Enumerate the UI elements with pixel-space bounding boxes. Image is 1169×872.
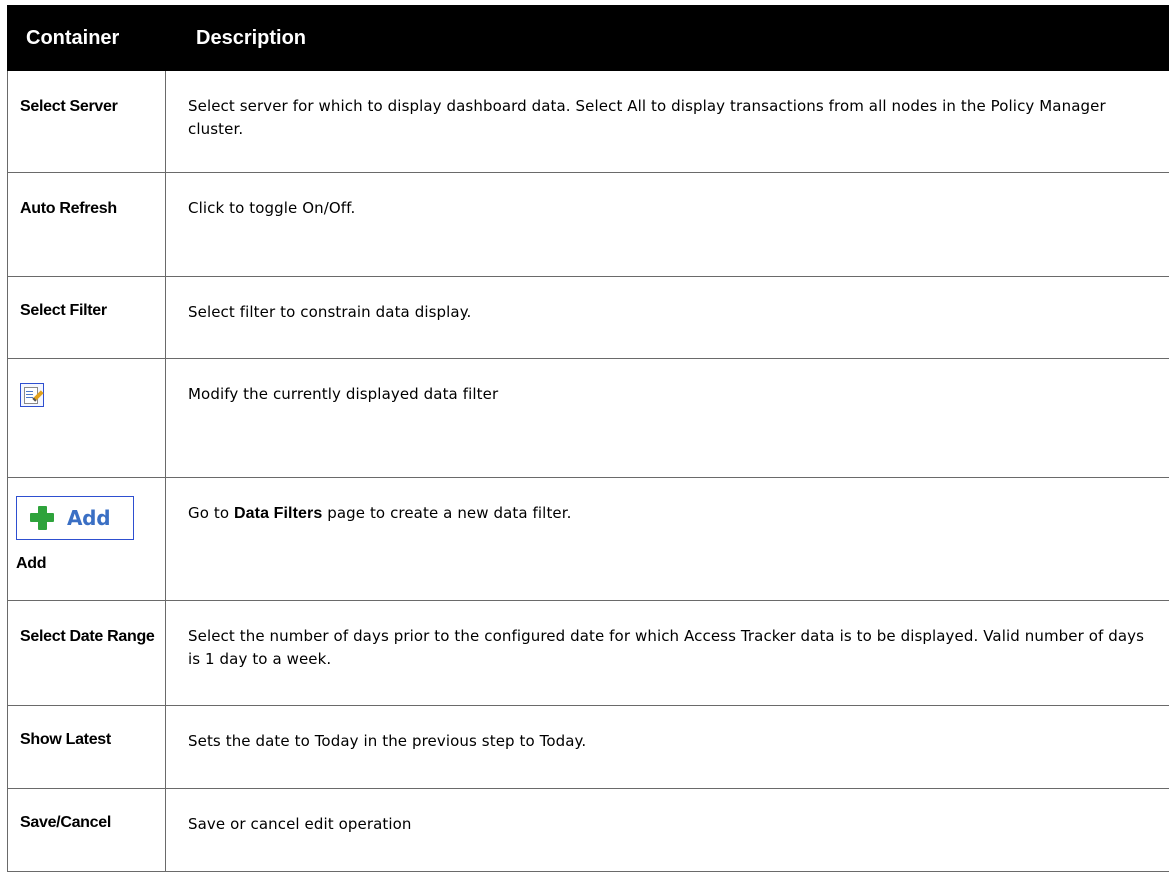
add-button-label: Add xyxy=(67,507,110,530)
row-add-cell: Add Add xyxy=(8,478,166,601)
table-row: Modify the currently displayed data filt… xyxy=(8,359,1169,478)
table-row: Select Filter Select filter to constrain… xyxy=(8,277,1169,359)
table-row: Auto Refresh Click to toggle On/Off. xyxy=(8,173,1169,277)
table-row: Show Latest Sets the date to Today in th… xyxy=(8,706,1169,789)
table-row: Add Add Go to Data Filters page to creat… xyxy=(8,478,1169,601)
row-name: Auto Refresh xyxy=(8,173,166,277)
container-description-table: Container Description Select Server Sele… xyxy=(7,5,1169,872)
row-description: Go to Data Filters page to create a new … xyxy=(166,478,1169,601)
description-text: page to create a new data filter. xyxy=(322,504,571,522)
row-description: Select filter to constrain data display. xyxy=(166,277,1169,359)
row-description: Sets the date to Today in the previous s… xyxy=(166,706,1169,789)
row-name: Save/Cancel xyxy=(8,789,166,872)
row-name: Select Server xyxy=(8,71,166,173)
row-name: Add xyxy=(16,552,159,575)
sheet-line xyxy=(26,391,33,392)
table-header-row: Container Description xyxy=(8,6,1169,71)
row-description: Modify the currently displayed data filt… xyxy=(166,359,1169,478)
row-icon-cell xyxy=(8,359,166,478)
table-row: Select Date Range Select the number of d… xyxy=(8,601,1169,706)
edit-filter-icon[interactable] xyxy=(20,383,44,407)
row-name: Select Filter xyxy=(8,277,166,359)
row-name: Select Date Range xyxy=(8,601,166,706)
row-name: Show Latest xyxy=(8,706,166,789)
header-container: Container xyxy=(8,6,166,71)
row-description: Save or cancel edit operation xyxy=(166,789,1169,872)
row-description: Select the number of days prior to the c… xyxy=(166,601,1169,706)
add-button[interactable]: Add xyxy=(16,496,134,540)
header-description: Description xyxy=(166,6,1169,71)
data-filters-link-text: Data Filters xyxy=(234,505,322,522)
row-description: Click to toggle On/Off. xyxy=(166,173,1169,277)
table-row: Save/Cancel Save or cancel edit operatio… xyxy=(8,789,1169,872)
green-plus-icon xyxy=(29,505,55,531)
sheet-line xyxy=(26,394,33,395)
row-description: Select server for which to display dashb… xyxy=(166,71,1169,173)
description-text: Go to xyxy=(188,504,234,522)
table-row: Select Server Select server for which to… xyxy=(8,71,1169,173)
